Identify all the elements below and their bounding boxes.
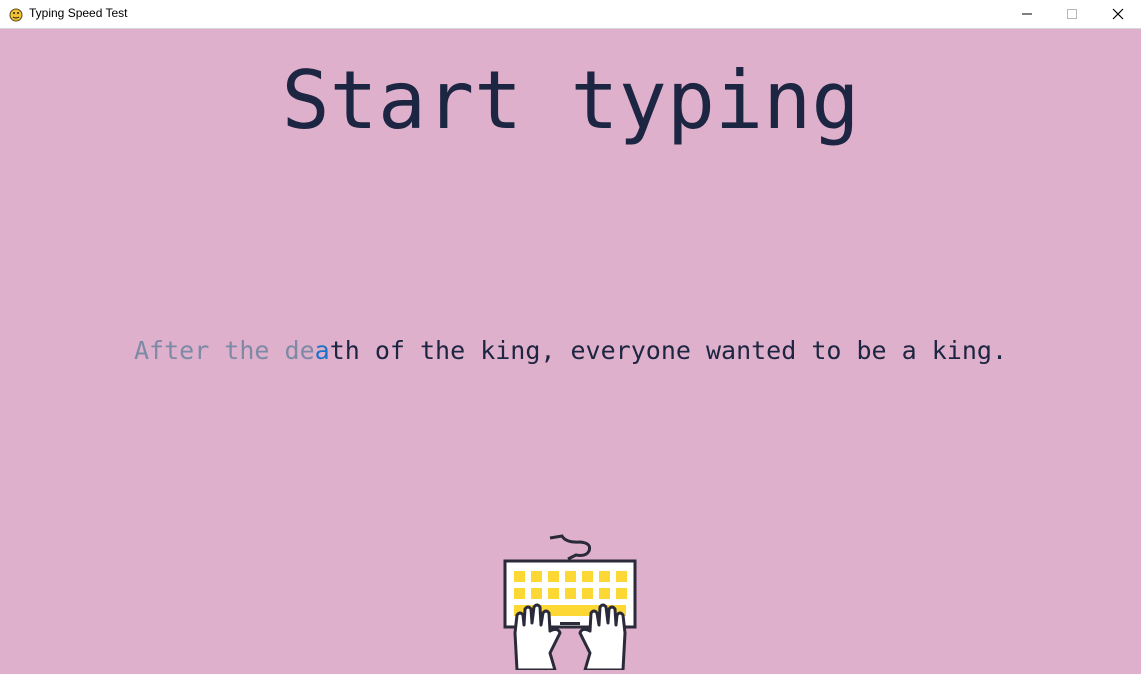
window-title: Typing Speed Test [29, 6, 128, 20]
minimize-button[interactable] [1004, 0, 1050, 28]
pygame-snake-icon [8, 6, 24, 22]
typing-sentence: After the death of the king, everyone wa… [0, 334, 1141, 368]
minimize-icon [1021, 5, 1033, 24]
maximize-icon [1066, 5, 1078, 24]
close-button[interactable] [1095, 0, 1141, 28]
close-icon [1112, 5, 1124, 24]
window-titlebar: Typing Speed Test [0, 0, 1141, 29]
keyboard-with-hands-icon [500, 533, 640, 672]
remaining-text: th of the king, everyone wanted to be a … [329, 336, 1007, 365]
typed-text: After the de [134, 336, 315, 365]
current-character: a [314, 336, 330, 365]
maximize-button[interactable] [1049, 0, 1095, 28]
page-heading: Start typing [281, 54, 860, 147]
